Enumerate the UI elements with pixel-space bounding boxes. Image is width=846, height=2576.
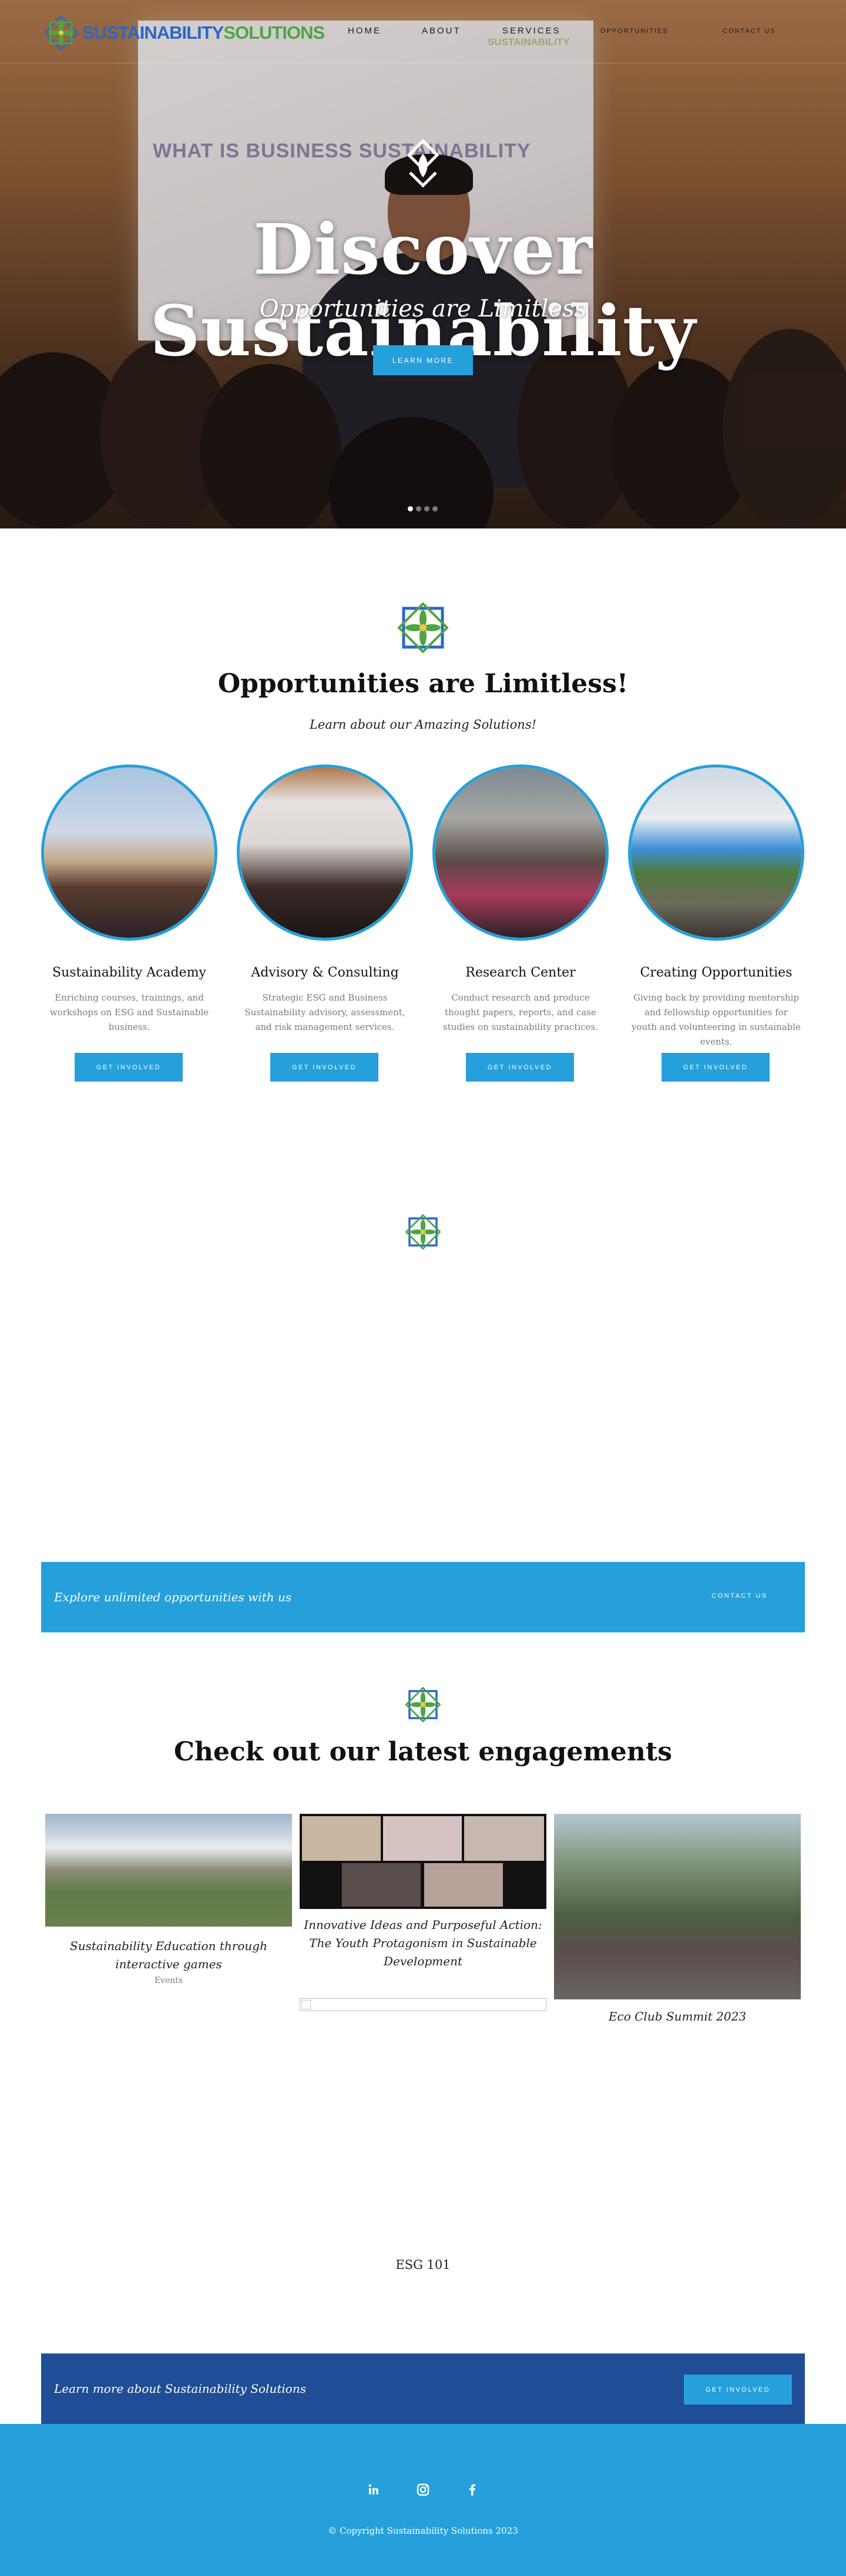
- service-description: Enriching courses, trainings, and worksh…: [49, 992, 209, 1032]
- cta-banner-text: Learn more about Sustainability Solution…: [54, 2382, 306, 2396]
- engagement-post-2[interactable]: Innovative Ideas and Purposeful Action: …: [300, 1814, 546, 1990]
- post-caption[interactable]: Innovative Ideas and Purposeful Action: …: [300, 1916, 546, 1971]
- cta-banner: Learn more about Sustainability Solution…: [41, 2353, 805, 2424]
- site-logo[interactable]: SUSTAINABILITYSOLUTIONS: [45, 16, 325, 49]
- get-involved-button[interactable]: GET INVOLVED: [75, 1053, 183, 1082]
- service-image: [628, 765, 804, 941]
- post-category[interactable]: Events: [45, 1976, 292, 1985]
- service-card-opportunities: Creating Opportunities Giving back by pr…: [628, 765, 804, 1082]
- post-thumbnail[interactable]: [300, 1814, 546, 1909]
- slider-dots: [408, 506, 438, 511]
- nav-home[interactable]: HOME: [348, 26, 381, 36]
- service-image: [41, 765, 217, 941]
- section-logo-icon: [398, 602, 448, 653]
- service-title: Creating Opportunities: [640, 965, 793, 980]
- copyright-text: © Copyright Sustainability Solutions 202…: [328, 2526, 518, 2536]
- footer: © Copyright Sustainability Solutions 202…: [0, 2424, 846, 2576]
- section-logo-icon: [405, 1687, 441, 1722]
- post-thumbnail[interactable]: [554, 1814, 801, 1999]
- service-card-academy: Sustainability Academy Enriching courses…: [41, 765, 217, 1082]
- slider-dot-3[interactable]: [424, 506, 429, 511]
- contact-banner-text: Explore unlimited opportunities with us: [54, 1590, 292, 1604]
- nav-opportunities[interactable]: OPPORTUNITIES: [600, 28, 669, 35]
- learn-more-button[interactable]: LEARN MORE: [373, 345, 473, 375]
- slider-dot-4[interactable]: [432, 506, 438, 511]
- service-description: Giving back by providing mentorship and …: [632, 992, 801, 1047]
- service-image: [432, 765, 609, 941]
- service-image: [237, 765, 413, 941]
- post-caption[interactable]: Sustainability Education through interac…: [45, 1937, 292, 1974]
- hero-subtitle: Opportunities are Limitless: [259, 295, 587, 322]
- post-thumbnail[interactable]: [45, 1814, 292, 1927]
- get-involved-button[interactable]: GET INVOLVED: [662, 1053, 770, 1082]
- service-card-advisory: Advisory & Consulting Strategic ESG and …: [237, 765, 413, 1082]
- get-involved-button[interactable]: GET INVOLVED: [684, 2375, 792, 2405]
- section-logo-icon: [405, 1214, 441, 1250]
- service-title: Sustainability Academy: [52, 965, 206, 980]
- service-title: Advisory & Consulting: [251, 965, 399, 980]
- nav-contact-us[interactable]: CONTACT US: [723, 28, 776, 35]
- engagements-title: Check out our latest engagements: [173, 1737, 673, 1767]
- get-involved-button[interactable]: GET INVOLVED: [466, 1053, 574, 1082]
- hero-emblem-icon: [407, 139, 439, 188]
- esg-101-label[interactable]: ESG 101: [0, 2258, 846, 2272]
- engagement-post-1[interactable]: Sustainability Education through interac…: [45, 1814, 292, 1990]
- instagram-icon[interactable]: [415, 2481, 431, 2498]
- facebook-icon[interactable]: [464, 2481, 481, 2498]
- slider-dot-2[interactable]: [416, 506, 421, 511]
- services-subtitle: Learn about our Amazing Solutions!: [309, 718, 537, 732]
- hero-section: WHAT IS BUSINESS SUSTAINABILITY SUSTAINA…: [0, 0, 846, 528]
- navbar: SUSTAINABILITYSOLUTIONS HOME ABOUT SERVI…: [0, 0, 846, 63]
- service-description: Conduct research and produce thought pap…: [443, 992, 598, 1032]
- nav-about[interactable]: ABOUT: [422, 26, 461, 36]
- contact-us-button[interactable]: CONTACT US: [692, 1578, 787, 1614]
- service-card-research: Research Center Conduct research and pro…: [432, 765, 609, 1082]
- logo-wordmark: SUSTAINABILITYSOLUTIONS: [82, 22, 325, 43]
- get-involved-button[interactable]: GET INVOLVED: [270, 1053, 378, 1082]
- linkedin-icon[interactable]: [365, 2481, 382, 2498]
- leaf-star-logo-icon: [45, 16, 78, 49]
- engagement-post-3[interactable]: Eco Club Summit 2023: [554, 1814, 801, 2031]
- broken-image-placeholder: [300, 1998, 546, 2011]
- service-title: Research Center: [465, 965, 576, 980]
- services-title: Opportunities are Limitless!: [217, 669, 629, 699]
- post-caption[interactable]: Eco Club Summit 2023: [554, 2008, 801, 2026]
- nav-services[interactable]: SERVICES: [502, 26, 561, 36]
- contact-banner: Explore unlimited opportunities with us …: [41, 1562, 805, 1632]
- slider-dot-1[interactable]: [408, 506, 413, 511]
- service-description: Strategic ESG and Business Sustainabilit…: [244, 992, 405, 1032]
